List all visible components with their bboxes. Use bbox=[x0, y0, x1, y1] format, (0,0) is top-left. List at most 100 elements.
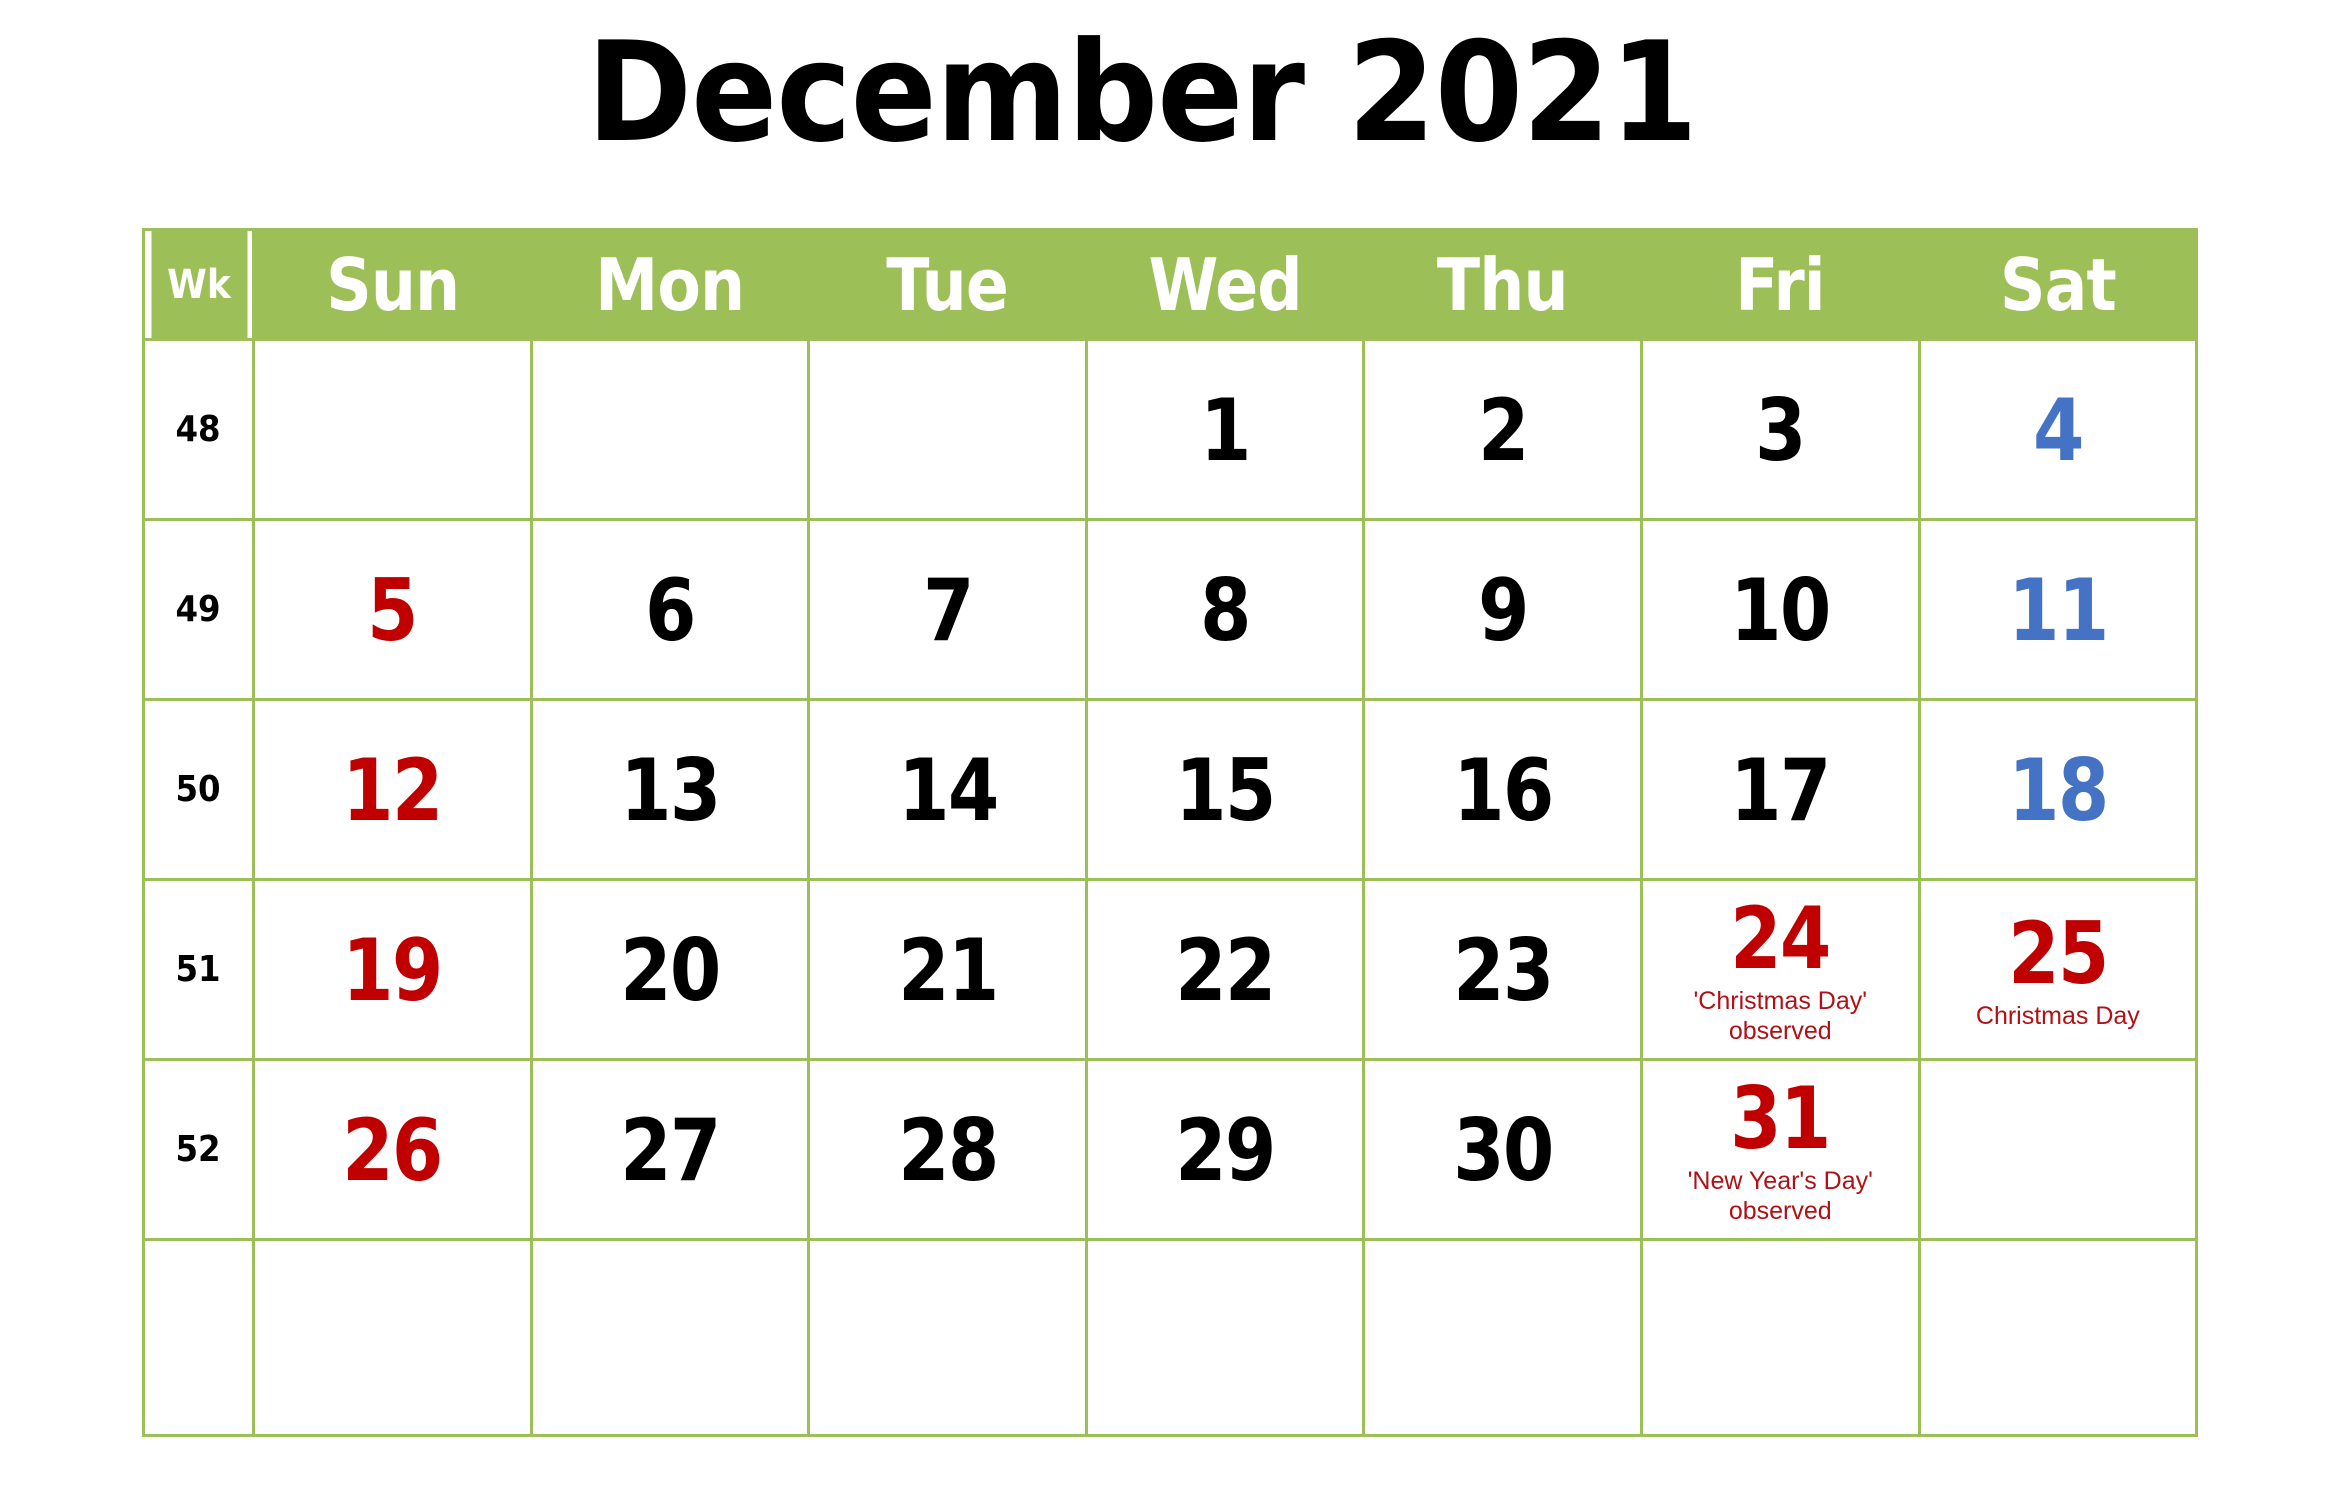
day-number: 29 bbox=[1167, 1101, 1283, 1202]
calendar-week-row: 49 5 6 7 8 9 10 11 bbox=[142, 518, 2199, 701]
day-number-label: 19 bbox=[342, 921, 444, 1022]
header-day-wed-label: Wed bbox=[1148, 242, 1302, 327]
day-number-label: 3 bbox=[1755, 381, 1806, 482]
day-cell-content bbox=[810, 1243, 1085, 1433]
header-row: Wk Sun Mon Tue Wed Thu Fri Sat bbox=[144, 228, 2199, 341]
day-cell[interactable]: 12 bbox=[252, 698, 533, 881]
day-cell-content bbox=[1365, 1243, 1640, 1433]
calendar-week-row: 50 12 13 14 15 16 17 18 bbox=[142, 698, 2199, 881]
day-cell[interactable]: 19 bbox=[252, 878, 533, 1061]
day-number: 26 bbox=[334, 1108, 450, 1194]
day-number-label: 5 bbox=[367, 561, 418, 662]
day-cell[interactable]: 7 bbox=[807, 518, 1088, 701]
week-number-cell bbox=[142, 1238, 255, 1437]
day-cell[interactable]: 31 'New Year's Day' observed bbox=[1639, 1058, 1921, 1241]
day-number: 21 bbox=[890, 928, 1006, 1014]
day-number-label: 4 bbox=[2032, 381, 2084, 482]
day-number-label: 6 bbox=[645, 561, 696, 662]
week-number-label: 48 bbox=[175, 409, 222, 450]
day-number-label: 25 bbox=[2008, 903, 2109, 1004]
day-number: 9 bbox=[1474, 568, 1532, 654]
day-cell[interactable]: 18 bbox=[1917, 698, 2199, 881]
day-cell-content: 13 bbox=[533, 703, 808, 877]
day-number: 14 bbox=[890, 748, 1006, 834]
day-cell-content: 3 bbox=[1643, 343, 1918, 517]
week-number-label: 50 bbox=[175, 769, 222, 810]
header-day-wed: Wed bbox=[1084, 228, 1366, 341]
day-cell-content: 25 Christmas Day bbox=[1921, 883, 2196, 1057]
day-number: 12 bbox=[334, 741, 450, 842]
day-cell[interactable]: 5 bbox=[252, 518, 533, 701]
day-cell-content: 30 bbox=[1365, 1063, 1640, 1237]
day-number: 2 bbox=[1474, 381, 1532, 482]
day-cell[interactable]: 21 bbox=[807, 878, 1088, 1061]
day-cell[interactable]: 29 bbox=[1084, 1058, 1366, 1241]
week-number-cell: 52 bbox=[142, 1058, 255, 1241]
day-cell[interactable]: 28 bbox=[807, 1058, 1088, 1241]
day-cell-content: 19 bbox=[255, 883, 530, 1057]
day-number-label: 22 bbox=[1175, 921, 1276, 1022]
day-cell-content: 1 bbox=[1088, 343, 1363, 517]
day-number-label: 20 bbox=[620, 921, 721, 1022]
day-number-label: 2 bbox=[1477, 381, 1529, 482]
day-cell-empty bbox=[252, 338, 533, 521]
calendar-table: Wk Sun Mon Tue Wed Thu Fri Sat 48 1 2 3 4 49 5… bbox=[142, 228, 2199, 1437]
day-cell[interactable]: 30 bbox=[1362, 1058, 1643, 1241]
header-day-sun: Sun bbox=[252, 228, 533, 341]
day-cell-content: 6 bbox=[533, 523, 808, 697]
header-day-thu-label: Thu bbox=[1437, 242, 1569, 327]
day-cell[interactable]: 3 bbox=[1639, 338, 1921, 521]
day-cell-content bbox=[255, 1243, 530, 1433]
day-cell[interactable]: 15 bbox=[1084, 698, 1366, 881]
day-cell-content: 29 bbox=[1088, 1063, 1363, 1237]
day-cell-empty bbox=[1917, 1238, 2199, 1437]
day-cell[interactable]: 16 bbox=[1362, 698, 1643, 881]
day-cell[interactable]: 22 bbox=[1084, 878, 1366, 1061]
day-cell[interactable]: 14 bbox=[807, 698, 1088, 881]
day-cell[interactable]: 27 bbox=[529, 1058, 811, 1241]
week-number-cell: 51 bbox=[142, 878, 255, 1061]
day-cell[interactable]: 6 bbox=[529, 518, 811, 701]
day-number: 8 bbox=[1196, 568, 1254, 654]
day-number: 25 bbox=[2000, 903, 2116, 1004]
day-number-label: 29 bbox=[1175, 1101, 1276, 1202]
day-number-label: 16 bbox=[1452, 741, 1554, 842]
day-cell[interactable]: 20 bbox=[529, 878, 811, 1061]
day-number-label: 23 bbox=[1452, 921, 1554, 1022]
day-cell-content bbox=[255, 343, 530, 517]
day-cell[interactable]: 4 bbox=[1917, 338, 2199, 521]
header-day-fri-label: Fri bbox=[1735, 242, 1826, 327]
day-cell-content: 22 bbox=[1088, 883, 1363, 1057]
day-cell[interactable]: 2 bbox=[1362, 338, 1643, 521]
day-cell[interactable]: 1 bbox=[1084, 338, 1366, 521]
day-cell-content: 5 bbox=[255, 523, 530, 697]
day-number: 7 bbox=[919, 568, 977, 654]
day-cell[interactable]: 25 Christmas Day bbox=[1917, 878, 2199, 1061]
day-cell-content: 7 bbox=[810, 523, 1085, 697]
header-day-sun-label: Sun bbox=[325, 242, 460, 327]
day-cell[interactable]: 23 bbox=[1362, 878, 1643, 1061]
day-cell-content: 17 bbox=[1643, 703, 1918, 877]
day-cell[interactable]: 11 bbox=[1917, 518, 2199, 701]
day-number-label: 11 bbox=[2008, 561, 2109, 662]
day-cell[interactable]: 26 bbox=[252, 1058, 533, 1241]
day-cell[interactable]: 13 bbox=[529, 698, 811, 881]
day-cell-content: 16 bbox=[1365, 703, 1640, 877]
week-number-cell: 49 bbox=[142, 518, 255, 701]
title-bar: December 2021 bbox=[0, 24, 2339, 162]
page-title: December 2021 bbox=[586, 12, 1698, 173]
day-cell[interactable]: 9 bbox=[1362, 518, 1643, 701]
day-cell[interactable]: 10 bbox=[1639, 518, 1921, 701]
day-cell-content: 18 bbox=[1921, 703, 2196, 877]
day-cell[interactable]: 8 bbox=[1084, 518, 1366, 701]
day-number-label: 12 bbox=[342, 741, 444, 842]
week-number-label: 49 bbox=[175, 589, 222, 630]
day-cell-empty bbox=[1362, 1238, 1643, 1437]
day-number: 15 bbox=[1167, 748, 1283, 834]
day-cell-content bbox=[1088, 1243, 1363, 1433]
day-cell[interactable]: 24 'Christmas Day' observed bbox=[1639, 878, 1921, 1061]
holiday-note: 'New Year's Day' observed bbox=[1687, 1167, 1873, 1225]
day-cell[interactable]: 17 bbox=[1639, 698, 1921, 881]
day-number: 28 bbox=[890, 1108, 1006, 1194]
day-number: 19 bbox=[334, 921, 450, 1022]
